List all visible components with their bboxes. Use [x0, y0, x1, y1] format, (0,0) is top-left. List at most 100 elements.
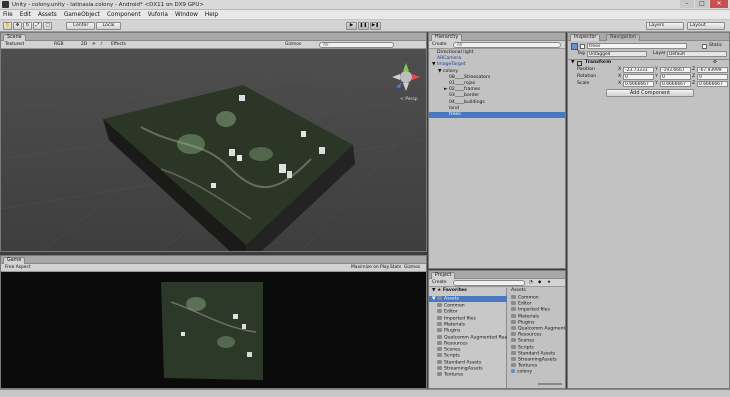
- hierarchy-item[interactable]: ▼ImageTarget: [429, 62, 565, 68]
- search-by-label-icon[interactable]: ◆: [538, 280, 541, 285]
- menu-window[interactable]: Window: [175, 12, 198, 18]
- game-viewport[interactable]: [1, 272, 427, 389]
- project-folder-item[interactable]: Resources: [429, 340, 467, 347]
- tab-inspector[interactable]: Inspector: [570, 34, 601, 41]
- assets-root-item[interactable]: ▼ Assets: [429, 296, 507, 302]
- scene-viewport[interactable]: < Persp: [1, 49, 427, 252]
- project-asset-item[interactable]: Plugins: [508, 319, 534, 326]
- project-folder-item[interactable]: Editor: [429, 309, 458, 315]
- pivot-center-toggle[interactable]: Center: [66, 22, 95, 30]
- project-folder-item[interactable]: Plugins: [429, 328, 460, 334]
- project-folder-item[interactable]: Materials: [429, 321, 465, 328]
- transform-x-field[interactable]: 0.6666667: [623, 81, 654, 87]
- project-asset-item[interactable]: Standard Assets: [508, 350, 555, 357]
- hierarchy-item[interactable]: land: [429, 106, 565, 112]
- project-folder-item[interactable]: Scenes: [429, 347, 460, 353]
- transform-settings-icon[interactable]: ⚙: [713, 60, 717, 65]
- static-checkbox[interactable]: [702, 44, 707, 49]
- favorites-header[interactable]: ▼ ★ Favorites: [432, 288, 467, 294]
- close-button[interactable]: ✕: [710, 0, 728, 8]
- project-asset-item[interactable]: Common: [508, 295, 539, 301]
- hierarchy-search-input[interactable]: All: [453, 42, 561, 48]
- project-asset-item[interactable]: Materials: [508, 313, 539, 320]
- menu-assets[interactable]: Assets: [38, 12, 57, 18]
- gizmos-dropdown[interactable]: Gizmos: [285, 42, 301, 47]
- tab-scene[interactable]: Scene: [3, 34, 26, 41]
- menu-component[interactable]: Component: [107, 12, 141, 18]
- project-folder-item[interactable]: Scripts: [429, 353, 460, 359]
- lighting-toggle-icon[interactable]: ☀: [92, 42, 96, 47]
- menu-edit[interactable]: Edit: [20, 12, 31, 18]
- hierarchy-item[interactable]: 04____buildings: [429, 100, 565, 106]
- project-asset-item[interactable]: Imported files: [508, 307, 550, 313]
- maximize-on-play-toggle[interactable]: Maximize on Play: [351, 265, 389, 270]
- maximize-button[interactable]: □: [695, 0, 709, 8]
- project-folder-item[interactable]: Qualcomm Augmented Rea: [429, 334, 507, 341]
- transform-y-field[interactable]: -193.6667: [660, 67, 691, 73]
- project-asset-item[interactable]: Qualcomm Augmented: [508, 326, 565, 332]
- effects-dropdown[interactable]: Effects: [111, 42, 126, 47]
- transform-z-field[interactable]: 0.6666667: [697, 81, 728, 87]
- favorites-star-icon[interactable]: ★: [547, 280, 551, 285]
- rotate-tool-icon[interactable]: ↻: [23, 22, 32, 30]
- minimize-button[interactable]: –: [680, 0, 694, 8]
- project-folder-item[interactable]: Standard Assets: [429, 359, 481, 366]
- transform-y-field[interactable]: 0.6666667: [660, 81, 691, 87]
- scale-tool-icon[interactable]: ⤢: [33, 22, 42, 30]
- hand-tool-icon[interactable]: ✋: [3, 22, 12, 30]
- icon-size-slider[interactable]: [538, 383, 562, 385]
- layout-dropdown[interactable]: Layout: [687, 22, 725, 30]
- hierarchy-create-dropdown[interactable]: Create: [432, 42, 447, 47]
- tab-hierarchy[interactable]: Hierarchy: [431, 34, 463, 41]
- tab-game[interactable]: Game: [3, 257, 26, 264]
- play-button[interactable]: ▶: [346, 22, 357, 30]
- shading-mode-dropdown[interactable]: Textured: [5, 42, 24, 47]
- project-asset-item[interactable]: Scenes: [508, 338, 534, 344]
- tab-navigation[interactable]: Navigation: [606, 34, 640, 41]
- project-create-dropdown[interactable]: Create: [432, 280, 447, 285]
- pivot-space-toggle[interactable]: Local: [96, 22, 121, 30]
- transform-foldout-icon[interactable]: ▼: [571, 60, 575, 65]
- project-asset-item[interactable]: colony: [508, 369, 532, 375]
- search-by-type-icon[interactable]: ◔: [529, 280, 533, 285]
- menu-vuforia[interactable]: Vuforia: [148, 12, 168, 18]
- rect-tool-icon[interactable]: ▢: [43, 22, 52, 30]
- add-component-button[interactable]: Add Component: [606, 89, 694, 97]
- project-asset-item[interactable]: Resources: [508, 332, 541, 338]
- menu-file[interactable]: File: [3, 12, 13, 18]
- project-folder-item[interactable]: Imported files: [429, 315, 476, 322]
- transform-z-field[interactable]: -67.93999: [697, 67, 728, 73]
- project-search-input[interactable]: [453, 280, 525, 286]
- tab-project[interactable]: Project: [431, 272, 456, 279]
- tag-dropdown[interactable]: Untagged: [587, 51, 647, 57]
- project-folder-item[interactable]: Common: [429, 303, 465, 309]
- layer-dropdown[interactable]: Default: [667, 51, 727, 57]
- project-folder-item[interactable]: StreamingAssets: [429, 366, 483, 372]
- audio-toggle-icon[interactable]: ♪: [100, 42, 103, 47]
- move-tool-icon[interactable]: ✥: [13, 22, 22, 30]
- project-folder-item[interactable]: Textures: [429, 372, 463, 378]
- transform-x-field[interactable]: 0: [623, 74, 654, 80]
- step-button[interactable]: ▶❚: [370, 22, 381, 30]
- stats-toggle[interactable]: Stats: [390, 265, 401, 270]
- active-checkbox[interactable]: [580, 44, 585, 49]
- transform-x-field[interactable]: -23.73333: [623, 67, 654, 73]
- mode-2d-toggle[interactable]: 2D: [81, 42, 87, 47]
- menu-gameobject[interactable]: GameObject: [64, 12, 100, 18]
- hierarchy-item[interactable]: 03____border: [429, 93, 565, 99]
- layers-dropdown[interactable]: Layers: [646, 22, 684, 30]
- asset-breadcrumb[interactable]: Assets: [511, 288, 526, 294]
- project-asset-item[interactable]: Editor: [508, 301, 532, 307]
- hierarchy-item[interactable]: trees: [429, 112, 565, 118]
- menu-help[interactable]: Help: [205, 12, 218, 18]
- transform-y-field[interactable]: 0: [660, 74, 691, 80]
- pause-button[interactable]: ❚❚: [358, 22, 369, 30]
- project-asset-item[interactable]: StreamingAssets: [508, 357, 557, 363]
- hierarchy-item[interactable]: 08____Stroesators: [429, 75, 565, 81]
- object-name-field[interactable]: trees: [587, 43, 687, 49]
- scene-search-input[interactable]: All: [319, 42, 394, 48]
- aspect-dropdown[interactable]: Free Aspect: [5, 265, 31, 270]
- transform-z-field[interactable]: 0: [697, 74, 728, 80]
- project-asset-item[interactable]: Textures: [508, 363, 537, 369]
- render-mode-dropdown[interactable]: RGB: [54, 42, 63, 47]
